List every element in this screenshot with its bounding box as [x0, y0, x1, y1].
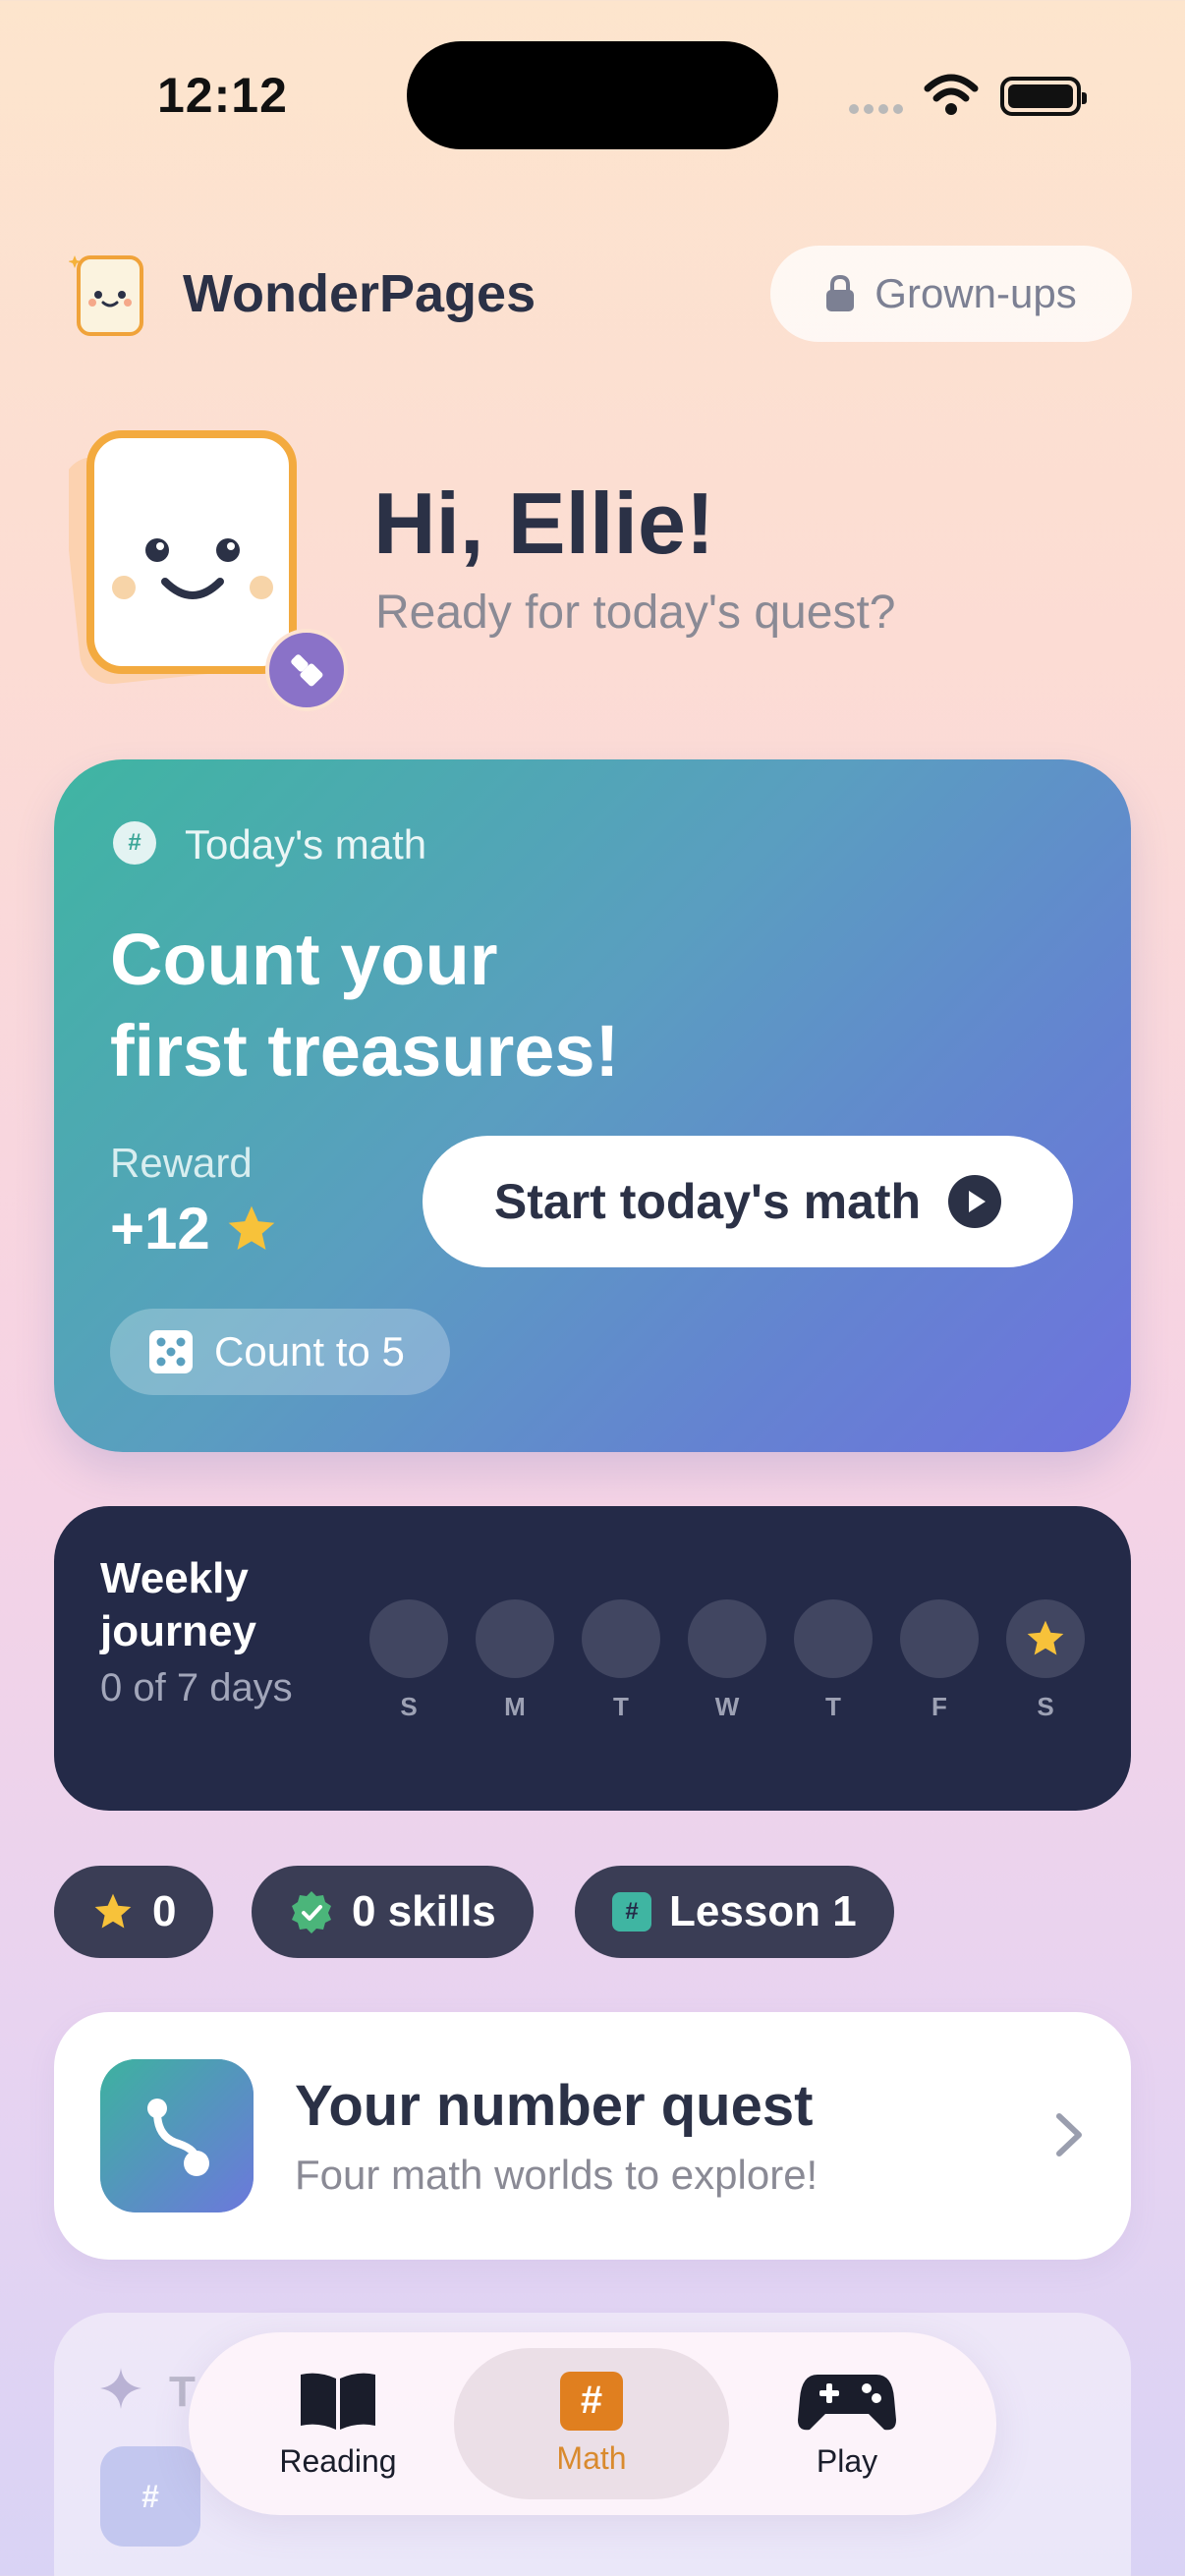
dice-icon: [149, 1330, 193, 1373]
tab-label: Play: [816, 2442, 878, 2479]
day-label: T: [613, 1692, 629, 1721]
hash-icon: #: [612, 1892, 651, 1932]
quest-subtitle: Four math worlds to explore!: [295, 2152, 818, 2198]
day-label: W: [714, 1692, 740, 1721]
reward-value: +12: [110, 1195, 279, 1262]
day-label: S: [400, 1692, 418, 1721]
day-circle: [688, 1599, 766, 1678]
day-label: T: [825, 1692, 841, 1721]
mascot-avatar[interactable]: [69, 422, 354, 717]
star-icon: [1027, 1620, 1064, 1655]
grownups-label: Grown-ups: [875, 270, 1077, 316]
journey-day: S: [369, 1599, 448, 1722]
day-label: S: [1037, 1692, 1054, 1721]
tab-label: Reading: [279, 2442, 397, 2479]
app-logo-icon: [69, 255, 143, 336]
battery-icon: [1000, 77, 1087, 116]
quest-title: Your number quest: [295, 2074, 814, 2138]
day-circle: [476, 1599, 554, 1678]
signal-dots-icon: [849, 104, 906, 116]
lock-icon: [826, 274, 855, 311]
journey-day: W: [688, 1599, 766, 1722]
day-circle: [582, 1599, 660, 1678]
star-icon: [228, 1205, 275, 1250]
path-route-icon: [100, 2059, 254, 2212]
lesson-pill: # Lesson 1: [575, 1866, 894, 1958]
journey-day: M: [476, 1599, 554, 1722]
stars-pill: 0: [54, 1866, 214, 1958]
journey-day: F: [900, 1599, 979, 1722]
hash-icon: #: [100, 2446, 200, 2547]
hash-icon: #: [113, 821, 156, 865]
reward-label: Reward: [110, 1140, 253, 1186]
grownups-button[interactable]: Grown-ups: [770, 246, 1132, 342]
hash-icon: #: [560, 2371, 623, 2431]
greeting-title: Hi, Ellie!: [373, 475, 715, 572]
status-time: 12:12: [157, 68, 288, 123]
gamepad-icon: [798, 2374, 896, 2430]
day-circle: [369, 1599, 448, 1678]
count-to-5-chip: Count to 5: [110, 1309, 450, 1395]
star-icon: [94, 1893, 132, 1929]
sparkle-icon: [100, 2368, 141, 2409]
day-circle: [900, 1599, 979, 1678]
tab-play[interactable]: Play: [709, 2348, 985, 2499]
play-icon: [948, 1175, 1002, 1228]
app-title: WonderPages: [183, 264, 536, 323]
day-circle: [794, 1599, 873, 1678]
day-circle: [1006, 1599, 1085, 1678]
journey-day: T: [794, 1599, 873, 1722]
start-math-button[interactable]: Start today's math: [423, 1136, 1073, 1267]
verified-badge-icon: [292, 1891, 331, 1933]
wifi-icon: [924, 74, 979, 115]
journey-progress: 0 of 7 days: [100, 1666, 293, 1709]
card-title: Count your first treasures!: [110, 919, 620, 1092]
tab-reading[interactable]: Reading: [200, 2348, 476, 2499]
greeting-subtitle: Ready for today's quest?: [375, 587, 896, 639]
journey-title: Weekly journey: [100, 1554, 256, 1655]
book-icon: [301, 2373, 375, 2430]
journey-day: S: [1006, 1599, 1085, 1722]
card-kicker: Today's math: [185, 821, 427, 868]
journey-day: T: [582, 1599, 660, 1722]
tab-label: Math: [556, 2439, 627, 2476]
chevron-right-icon: [1056, 2113, 1082, 2156]
day-label: F: [931, 1692, 947, 1721]
dynamic-island: [407, 41, 778, 149]
day-label: M: [504, 1692, 526, 1721]
skills-pill: 0 skills: [252, 1866, 534, 1958]
tab-math[interactable]: # Math: [454, 2348, 729, 2499]
